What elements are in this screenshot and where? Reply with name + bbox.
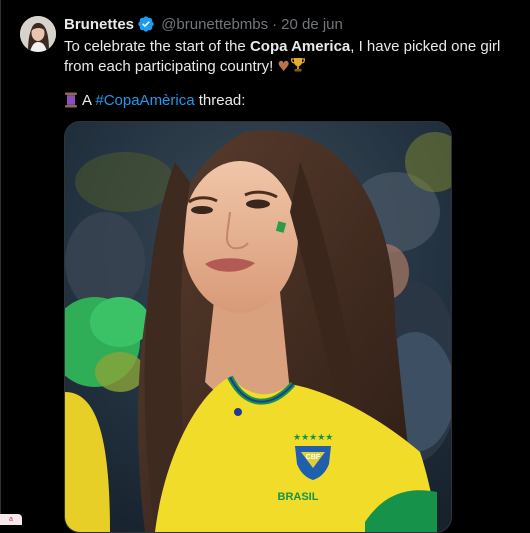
thread-line: A #CopaAmèrica thread: xyxy=(64,91,245,111)
timeline-border xyxy=(0,0,1,525)
thread-suffix: thread: xyxy=(194,92,246,109)
tweet-date[interactable]: 20 de jun xyxy=(281,16,343,33)
svg-text:★★★★★: ★★★★★ xyxy=(293,433,333,443)
brown-heart-icon: ♥ xyxy=(277,59,290,75)
jersey-text: BRASIL xyxy=(278,491,319,503)
tweet-header: Brunettes @brunettebmbs · 20 de jun xyxy=(64,15,343,35)
tweet-card[interactable]: Brunettes @brunettebmbs · 20 de jun To cel… xyxy=(0,0,530,533)
verified-badge-icon xyxy=(137,15,155,33)
author-handle[interactable]: @brunettebmbs xyxy=(161,16,268,33)
avatar-photo xyxy=(20,16,56,52)
tweet-media-photo[interactable]: ★★★★★ CBF BRASIL xyxy=(64,121,452,533)
corner-badge: a xyxy=(0,514,22,525)
photo-illustration: ★★★★★ CBF BRASIL xyxy=(65,122,451,532)
separator-dot: · xyxy=(272,16,278,33)
thread-prefix: A xyxy=(82,92,96,109)
avatar[interactable] xyxy=(20,16,56,52)
crest-label: CBF xyxy=(306,454,321,461)
hashtag-link[interactable]: #CopaAmèrica xyxy=(95,92,194,109)
tweet-text-bold: Copa America xyxy=(249,38,351,55)
spool-of-thread-icon xyxy=(64,92,78,108)
tweet-text-part1: To celebrate the start of the xyxy=(64,38,250,55)
tweet-text: To celebrate the start of the Copa Ameri… xyxy=(64,37,524,77)
trophy-icon xyxy=(290,58,306,75)
author-name[interactable]: Brunettes xyxy=(64,16,134,33)
